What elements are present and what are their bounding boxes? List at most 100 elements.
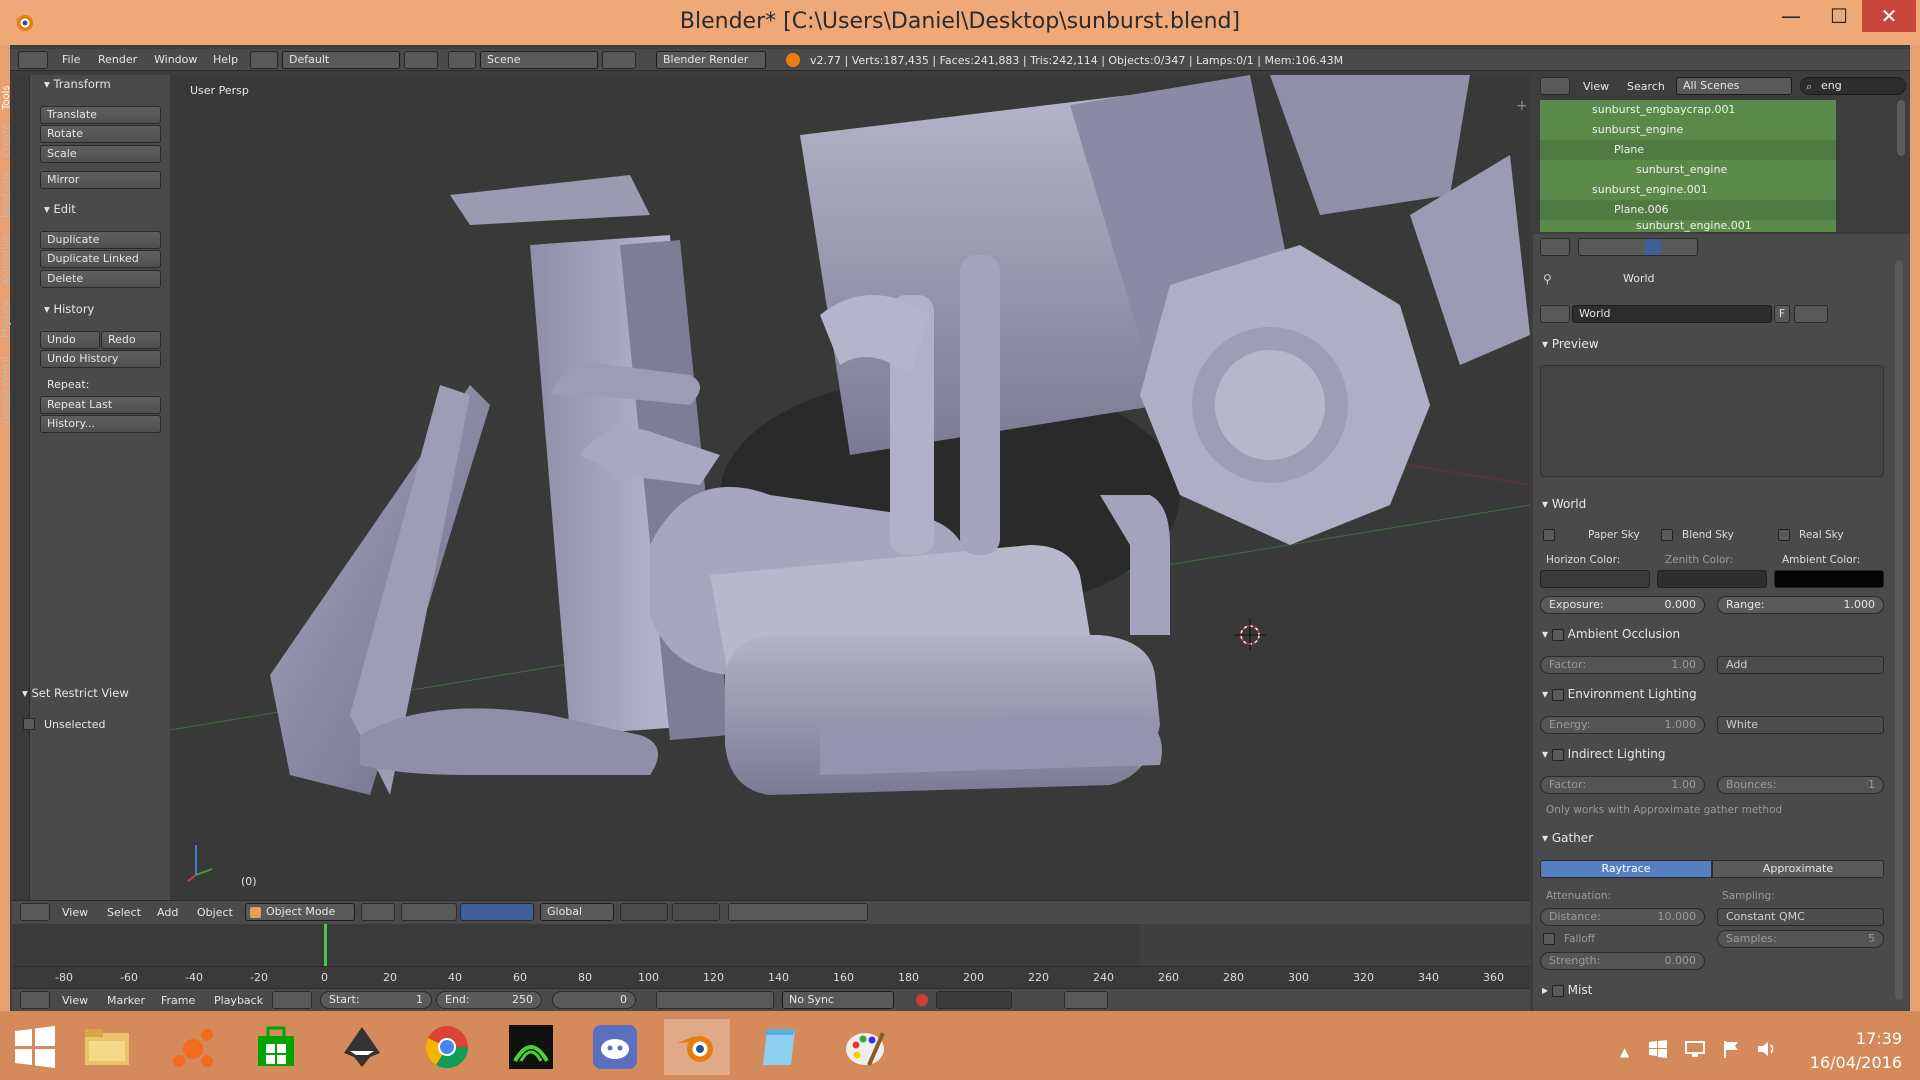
ao-blend-select[interactable]: Add [1717, 656, 1884, 674]
minimize-button[interactable]: — [1768, 0, 1814, 32]
outliner-menu-view[interactable]: View [1583, 80, 1609, 93]
render-engine-select[interactable]: Blender Render [656, 51, 766, 69]
duplicate-button[interactable]: Duplicate [40, 231, 161, 249]
energy-field[interactable]: Energy: 1.000 [1540, 716, 1705, 734]
menu-help[interactable]: Help [213, 53, 238, 66]
current-frame-marker[interactable] [324, 924, 327, 966]
show-hidden-icons-chevron-icon[interactable]: ▲ [1620, 1045, 1629, 1059]
scene-select[interactable]: Scene [480, 51, 598, 69]
tab-relations[interactable]: Relations [1, 166, 17, 224]
action-center-flag-icon[interactable] [1722, 1040, 1740, 1058]
panel-header-transform[interactable]: ▾ Transform [44, 77, 111, 91]
layers-grid-2[interactable] [672, 903, 720, 921]
section-indirect-lighting[interactable]: ▾ Indirect Lighting [1542, 747, 1665, 761]
sync-mode-select[interactable]: No Sync [782, 991, 894, 1009]
start-frame-field[interactable]: Start: 1 [320, 991, 432, 1009]
world-tab-icon[interactable] [1645, 239, 1661, 255]
exposure-field[interactable]: Exposure: 0.000 [1540, 596, 1705, 614]
menu-timeline-view[interactable]: View [62, 994, 88, 1007]
chrome-icon[interactable] [414, 1019, 480, 1075]
end-frame-field[interactable]: End: 250 [436, 991, 542, 1009]
falloff-checkbox[interactable] [1543, 933, 1555, 945]
section-world[interactable]: ▾ World [1542, 497, 1586, 511]
history-button[interactable]: History... [40, 415, 161, 433]
gather-raytrace-toggle[interactable]: Raytrace [1540, 860, 1712, 878]
network-icon[interactable] [1684, 1040, 1706, 1058]
panel-header-restrict-view[interactable]: ▾ Set Restrict View [22, 686, 129, 700]
menu-view[interactable]: View [62, 906, 88, 919]
env-color-select[interactable]: White [1717, 716, 1884, 734]
menu-window[interactable]: Window [154, 53, 197, 66]
section-ambient-occlusion[interactable]: ▾ Ambient Occlusion [1542, 627, 1680, 641]
fake-user-button[interactable]: F [1774, 305, 1790, 323]
editor-type-timeline-icon[interactable] [20, 991, 50, 1009]
range-field[interactable]: Range: 1.000 [1717, 596, 1884, 614]
real-sky-checkbox[interactable] [1778, 529, 1790, 541]
world-add-remove-icon[interactable] [1794, 305, 1828, 323]
ao-factor-field[interactable]: Factor: 1.00 [1540, 656, 1705, 674]
blender-taskbar-icon[interactable] [664, 1019, 730, 1075]
horizon-color-swatch[interactable] [1540, 570, 1650, 588]
gather-approximate-toggle[interactable]: Approximate [1712, 860, 1884, 878]
environment-lighting-checkbox[interactable] [1551, 688, 1564, 701]
close-button[interactable]: ✕ [1862, 0, 1916, 32]
indirect-lighting-checkbox[interactable] [1551, 748, 1564, 761]
menu-frame[interactable]: Frame [161, 994, 195, 1007]
ambient-occlusion-checkbox[interactable] [1551, 628, 1564, 641]
record-icon[interactable] [916, 994, 928, 1006]
outliner-row[interactable]: Plane.006 [1540, 200, 1836, 220]
maximize-button[interactable]: ☐ [1816, 0, 1862, 32]
keying-icons[interactable] [272, 991, 312, 1009]
editor-type-properties-icon[interactable] [1540, 238, 1570, 256]
section-environment-lighting[interactable]: ▾ Environment Lighting [1542, 687, 1697, 701]
screen-layout-select[interactable]: Default [282, 51, 400, 69]
section-preview[interactable]: ▾ Preview [1542, 337, 1599, 351]
world-browse-icon[interactable] [1540, 305, 1570, 323]
outliner-row[interactable]: sunburst_engine.001 [1540, 220, 1836, 232]
system-clock[interactable]: 17:39 16/04/2016 [1810, 1027, 1902, 1075]
strength-field[interactable]: Strength: 0.000 [1540, 952, 1705, 970]
menu-marker[interactable]: Marker [107, 994, 145, 1007]
3d-viewport[interactable] [170, 75, 1530, 900]
properties-scrollbar[interactable] [1895, 260, 1903, 1000]
properties-context-tabs[interactable] [1578, 238, 1698, 256]
volume-icon[interactable] [1756, 1040, 1778, 1058]
menu-select[interactable]: Select [107, 906, 141, 919]
undo-button[interactable]: Undo [40, 331, 100, 349]
unselected-checkbox[interactable] [23, 718, 35, 730]
outliner-menu-search[interactable]: Search [1627, 80, 1665, 93]
scene-icon[interactable] [448, 51, 476, 69]
snap-and-render-icons[interactable] [728, 903, 868, 921]
repeat-last-button[interactable]: Repeat Last [40, 396, 161, 414]
file-explorer-icon[interactable] [74, 1019, 140, 1075]
menu-render[interactable]: Render [98, 53, 137, 66]
section-gather[interactable]: ▾ Gather [1542, 831, 1593, 845]
menu-object[interactable]: Object [197, 906, 233, 919]
outliner-filter-input[interactable]: eng [1800, 77, 1906, 95]
current-frame-field[interactable]: 0 [552, 991, 636, 1009]
redo-button[interactable]: Redo [101, 331, 161, 349]
keyframe-insert-icons[interactable] [1064, 991, 1108, 1009]
outliner-row[interactable]: sunburst_engbaycrap.001 [1540, 100, 1836, 120]
section-mist[interactable]: ▸ Mist [1542, 983, 1592, 997]
outliner-row[interactable]: sunburst_engine [1540, 160, 1836, 180]
mirror-button[interactable]: Mirror [40, 171, 161, 189]
tab-tools[interactable]: Tools [1, 80, 17, 116]
tab-animation[interactable]: Animation [1, 230, 17, 290]
outliner-restrict-columns[interactable] [1838, 100, 1892, 232]
ambient-color-swatch[interactable] [1774, 570, 1884, 588]
editor-type-info-icon[interactable] [18, 51, 48, 69]
transform-orientation-select[interactable]: Global [540, 903, 614, 921]
store-icon[interactable] [243, 1019, 309, 1075]
distance-field[interactable]: Distance: 10.000 [1540, 908, 1705, 926]
discord-icon[interactable] [582, 1019, 648, 1075]
tab-create[interactable]: Create [1, 120, 17, 160]
razer-app-icon[interactable] [498, 1019, 564, 1075]
editor-type-3d-icon[interactable] [20, 903, 50, 921]
screen-layout-icon[interactable] [250, 51, 278, 69]
zenith-color-swatch[interactable] [1657, 570, 1767, 588]
world-name-field[interactable]: World [1572, 305, 1772, 323]
translate-button[interactable]: Translate [40, 106, 161, 124]
outliner-row[interactable]: sunburst_engine [1540, 120, 1836, 140]
layout-add-remove-icon[interactable] [404, 51, 438, 69]
